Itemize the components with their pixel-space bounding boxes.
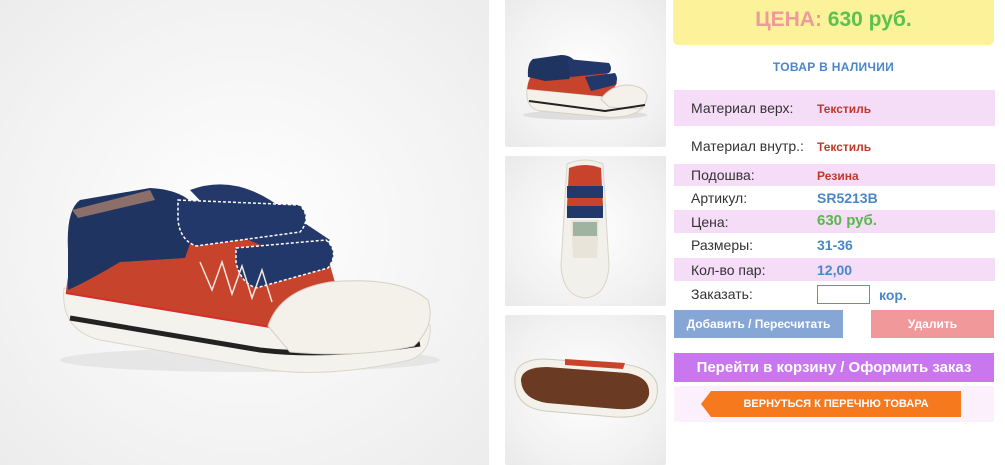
spec-row-upper-material: Материал верх: Текстиль bbox=[674, 90, 995, 126]
back-to-list-button[interactable]: ВЕРНУТЬСЯ К ПЕРЕЧНЮ ТОВАРА bbox=[701, 391, 961, 417]
spec-row-sole: Подошва: Резина bbox=[674, 164, 995, 186]
sneaker-main-icon bbox=[60, 184, 440, 373]
spec-label: Цена: bbox=[691, 214, 729, 230]
sneaker-side-thumbnail-icon bbox=[523, 55, 648, 120]
back-button-container: ВЕРНУТЬСЯ К ПЕРЕЧНЮ ТОВАРА bbox=[674, 386, 994, 422]
price-label: ЦЕНА: bbox=[755, 8, 822, 31]
spec-row-article: Артикул: SR5213B bbox=[674, 187, 995, 209]
spec-row-price: Цена: 630 руб. bbox=[674, 210, 995, 233]
sneaker-sole-thumbnail-icon bbox=[514, 358, 658, 418]
spec-label: Подошва: bbox=[691, 167, 755, 183]
spec-row-inner-material: Материал внутр.: Текстиль bbox=[674, 127, 995, 163]
spec-value: Текстиль bbox=[817, 140, 872, 154]
order-unit-label: кор. bbox=[879, 287, 907, 303]
go-to-cart-button[interactable]: Перейти в корзину / Оформить заказ bbox=[674, 353, 994, 382]
spec-row-sizes: Размеры: 31-36 bbox=[674, 234, 995, 256]
spec-value: Резина bbox=[817, 169, 859, 183]
spec-label: Материал внутр.: bbox=[691, 138, 804, 154]
thumbnail-side[interactable] bbox=[505, 0, 666, 147]
spec-row-pair-count: Кол-во пар: 12,00 bbox=[674, 258, 995, 281]
spec-value: 31-36 bbox=[817, 237, 853, 253]
order-label: Заказать: bbox=[691, 286, 753, 302]
thumbnail-top[interactable] bbox=[505, 156, 666, 306]
stock-status: ТОВАР В НАЛИЧИИ bbox=[772, 60, 895, 74]
spec-label: Кол-во пар: bbox=[691, 262, 766, 278]
thumbnail-sole[interactable] bbox=[505, 315, 666, 465]
spec-label: Размеры: bbox=[691, 237, 754, 253]
delete-button[interactable]: Удалить bbox=[871, 310, 994, 338]
spec-value: SR5213B bbox=[817, 190, 878, 206]
price-banner: ЦЕНА: 630 руб. bbox=[673, 0, 994, 45]
spec-value: 630 руб. bbox=[817, 212, 877, 229]
add-recalculate-button[interactable]: Добавить / Пересчитать bbox=[674, 310, 843, 338]
spec-value: Текстиль bbox=[817, 102, 872, 116]
order-quantity-input[interactable] bbox=[817, 285, 870, 304]
spec-label: Материал верх: bbox=[691, 100, 794, 116]
product-info-panel: ЦЕНА: 630 руб. ТОВАР В НАЛИЧИИ Материал … bbox=[672, 0, 995, 465]
product-main-image bbox=[0, 0, 489, 465]
price-value: 630 руб. bbox=[827, 8, 912, 31]
spec-value: 12,00 bbox=[817, 262, 853, 278]
sneaker-top-thumbnail-icon bbox=[560, 159, 610, 299]
spec-label: Артикул: bbox=[691, 190, 748, 206]
